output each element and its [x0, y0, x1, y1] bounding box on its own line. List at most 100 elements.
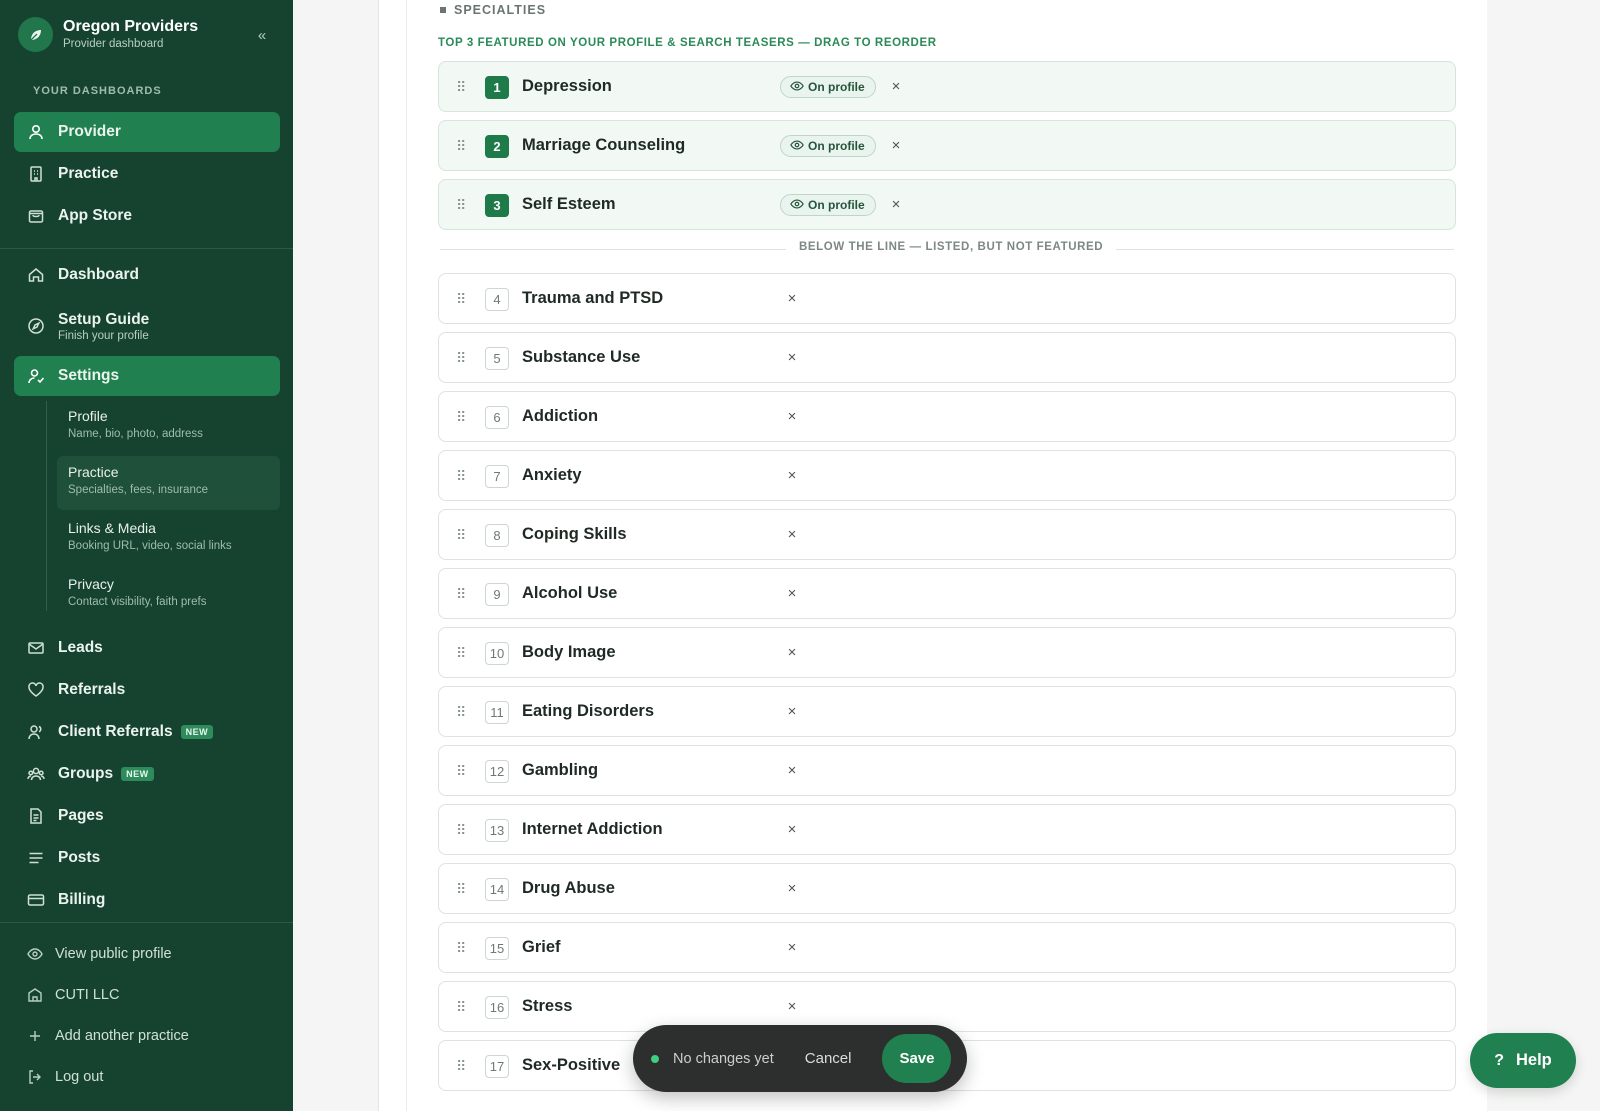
- users-icon: [26, 722, 46, 742]
- drag-handle-icon[interactable]: ⠿: [456, 196, 466, 214]
- drag-handle-icon[interactable]: ⠿: [456, 880, 466, 898]
- specialty-row[interactable]: ⠿ 12 Gambling ×: [438, 745, 1456, 796]
- settings-sub-links-media[interactable]: Links & Media Booking URL, video, social…: [57, 512, 280, 566]
- nav-client-referrals[interactable]: Client Referrals NEW: [14, 712, 280, 752]
- on-profile-badge: On profile: [780, 135, 876, 157]
- drag-handle-icon[interactable]: ⠿: [456, 467, 466, 485]
- specialty-name: Coping Skills: [522, 525, 627, 543]
- foot-label: Add another practice: [55, 1028, 189, 1044]
- log-out-link[interactable]: Log out: [26, 1068, 103, 1086]
- group-icon: [26, 764, 46, 784]
- sub-title: Links & Media: [68, 520, 156, 536]
- nav-billing[interactable]: Billing: [14, 880, 280, 920]
- remove-icon[interactable]: ×: [782, 288, 802, 310]
- remove-icon[interactable]: ×: [782, 465, 802, 487]
- view-public-profile-link[interactable]: View public profile: [26, 945, 172, 963]
- specialty-name: Body Image: [522, 643, 616, 661]
- practice-switch-link[interactable]: CUTI LLC: [26, 986, 119, 1004]
- specialty-row[interactable]: ⠿ 14 Drug Abuse ×: [438, 863, 1456, 914]
- remove-icon[interactable]: ×: [886, 76, 906, 98]
- nav-label: Pages: [58, 807, 104, 824]
- specialty-row[interactable]: ⠿ 5 Substance Use ×: [438, 332, 1456, 383]
- store-icon: [26, 206, 46, 226]
- section-label: YOUR DASHBOARDS: [33, 85, 162, 97]
- specialty-row[interactable]: ⠿ 4 Trauma and PTSD ×: [438, 273, 1456, 324]
- drag-handle-icon[interactable]: ⠿: [456, 78, 466, 96]
- foot-label: Log out: [55, 1069, 104, 1085]
- nav-provider[interactable]: Provider: [14, 112, 280, 152]
- brand-title: Oregon Providers: [63, 18, 199, 35]
- remove-icon[interactable]: ×: [782, 347, 802, 369]
- home-icon: [26, 265, 46, 285]
- drag-handle-icon[interactable]: ⠿: [456, 821, 466, 839]
- specialty-row[interactable]: ⠿ 11 Eating Disorders ×: [438, 686, 1456, 737]
- specialty-row[interactable]: ⠿ 13 Internet Addiction ×: [438, 804, 1456, 855]
- nav-label: Posts: [58, 849, 101, 866]
- nav-label: Referrals: [58, 681, 126, 698]
- nav-dashboard[interactable]: Dashboard: [14, 255, 280, 295]
- drag-handle-icon[interactable]: ⠿: [456, 703, 466, 721]
- eye-icon: [26, 945, 44, 963]
- drag-handle-icon[interactable]: ⠿: [456, 137, 466, 155]
- nav-referrals[interactable]: Referrals: [14, 670, 280, 710]
- specialty-row[interactable]: ⠿ 15 Grief ×: [438, 922, 1456, 973]
- drag-handle-icon[interactable]: ⠿: [456, 762, 466, 780]
- nav-app-store[interactable]: App Store: [14, 196, 280, 236]
- drag-handle-icon[interactable]: ⠿: [456, 349, 466, 367]
- specialty-row[interactable]: ⠿ 10 Body Image ×: [438, 627, 1456, 678]
- remove-icon[interactable]: ×: [782, 583, 802, 605]
- settings-sub-practice[interactable]: Practice Specialties, fees, insurance: [57, 456, 280, 510]
- remove-icon[interactable]: ×: [782, 819, 802, 841]
- save-button[interactable]: Save: [882, 1034, 952, 1083]
- cancel-button[interactable]: Cancel: [805, 1050, 852, 1067]
- drag-handle-icon[interactable]: ⠿: [456, 290, 466, 308]
- help-label: Help: [1516, 1051, 1552, 1069]
- sub-desc: Contact visibility, faith prefs: [68, 596, 207, 608]
- nav-posts[interactable]: Posts: [14, 838, 280, 878]
- specialty-row[interactable]: ⠿ 2 Marriage Counseling On profile ×: [438, 120, 1456, 171]
- specialty-row[interactable]: ⠿ 3 Self Esteem On profile ×: [438, 179, 1456, 230]
- remove-icon[interactable]: ×: [886, 194, 906, 216]
- remove-icon[interactable]: ×: [782, 524, 802, 546]
- drag-handle-icon[interactable]: ⠿: [456, 408, 466, 426]
- drag-handle-icon[interactable]: ⠿: [456, 585, 466, 603]
- remove-icon[interactable]: ×: [782, 406, 802, 428]
- specialty-row[interactable]: ⠿ 8 Coping Skills ×: [438, 509, 1456, 560]
- nav-pages[interactable]: Pages: [14, 796, 280, 836]
- settings-sub-privacy[interactable]: Privacy Contact visibility, faith prefs: [57, 568, 280, 622]
- nav-groups[interactable]: Groups NEW: [14, 754, 280, 794]
- specialty-row[interactable]: ⠿ 9 Alcohol Use ×: [438, 568, 1456, 619]
- nav-settings[interactable]: Settings: [14, 356, 280, 396]
- specialty-row[interactable]: ⠿ 7 Anxiety ×: [438, 450, 1456, 501]
- add-practice-link[interactable]: Add another practice: [26, 1027, 189, 1045]
- specialty-row[interactable]: ⠿ 16 Stress ×: [438, 981, 1456, 1032]
- nav-setup-guide[interactable]: Setup Guide Finish your profile: [14, 303, 280, 349]
- remove-icon[interactable]: ×: [886, 135, 906, 157]
- rank-number: 9: [485, 583, 509, 606]
- collapse-sidebar-icon[interactable]: «: [252, 26, 272, 46]
- brand[interactable]: Oregon Providers Provider dashboard: [18, 17, 198, 52]
- remove-icon[interactable]: ×: [782, 996, 802, 1018]
- specialty-row[interactable]: ⠿ 6 Addiction ×: [438, 391, 1456, 442]
- remove-icon[interactable]: ×: [782, 878, 802, 900]
- remove-icon[interactable]: ×: [782, 642, 802, 664]
- question-icon: ?: [1494, 1051, 1504, 1069]
- drag-handle-icon[interactable]: ⠿: [456, 998, 466, 1016]
- remove-icon[interactable]: ×: [782, 760, 802, 782]
- remove-icon[interactable]: ×: [782, 937, 802, 959]
- drag-handle-icon[interactable]: ⠿: [456, 939, 466, 957]
- specialty-name: Sex-Positive: [522, 1056, 621, 1074]
- specialty-row[interactable]: ⠿ 1 Depression On profile ×: [438, 61, 1456, 112]
- drag-handle-icon[interactable]: ⠿: [456, 644, 466, 662]
- help-button[interactable]: ? Help: [1470, 1033, 1576, 1088]
- remove-icon[interactable]: ×: [782, 701, 802, 723]
- save-bar: No changes yet Cancel Save: [633, 1025, 967, 1092]
- nav-label: Groups: [58, 765, 114, 782]
- new-badge: NEW: [121, 767, 154, 781]
- nav-practice[interactable]: Practice: [14, 154, 280, 194]
- drag-handle-icon[interactable]: ⠿: [456, 1057, 466, 1075]
- status-dot: [651, 1054, 659, 1063]
- nav-leads[interactable]: Leads: [14, 628, 280, 668]
- settings-sub-profile[interactable]: Profile Name, bio, photo, address: [57, 400, 280, 454]
- drag-handle-icon[interactable]: ⠿: [456, 526, 466, 544]
